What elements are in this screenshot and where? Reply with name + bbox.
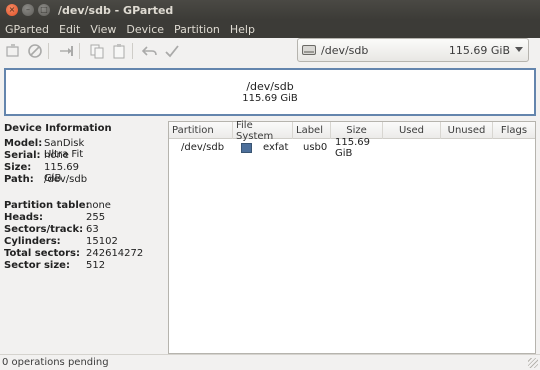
undo-icon[interactable] — [141, 42, 159, 60]
col-header-used[interactable]: Used — [383, 122, 441, 139]
menu-device[interactable]: Device — [121, 23, 169, 36]
status-bar: 0 operations pending — [0, 354, 540, 370]
menu-partition[interactable]: Partition — [169, 23, 225, 36]
info-key-cylinders: Cylinders: — [4, 236, 61, 247]
info-row-sectors-track: Sectors/track: 63 — [4, 224, 99, 235]
cell-size: 115.69 GiB — [335, 136, 370, 159]
cell-unused — [441, 139, 493, 156]
resize-move-icon[interactable] — [57, 42, 75, 60]
copy-icon[interactable] — [88, 42, 106, 60]
title-bar: × – □ /dev/sdb - GParted — [0, 0, 540, 20]
info-row-serial: Serial: none — [4, 150, 69, 161]
info-row-cylinders: Cylinders: 15102 — [4, 236, 118, 247]
paste-icon[interactable] — [110, 42, 128, 60]
close-window-button[interactable]: × — [6, 4, 18, 16]
col-header-unused[interactable]: Unused — [441, 122, 493, 139]
info-row-path: Path: /dev/sdb — [4, 174, 87, 185]
resize-grip-icon[interactable] — [528, 358, 538, 368]
partition-table: Partition File System Label Size Used Un… — [168, 120, 536, 354]
toolbar-separator — [48, 43, 49, 59]
info-val-sectors-track: 63 — [86, 224, 99, 235]
info-row-heads: Heads: 255 — [4, 212, 105, 223]
info-key-total-sectors: Total sectors: — [4, 248, 80, 259]
cell-file-system-text: exfat — [263, 142, 289, 153]
info-row-size: Size: 115.69 GiB — [4, 162, 79, 184]
info-row-total-sectors: Total sectors: 242614272 — [4, 248, 143, 259]
info-row-sector-size: Sector size: 512 — [4, 260, 105, 271]
minimize-window-button[interactable]: – — [22, 4, 34, 16]
cell-partition: /dev/sdb — [181, 142, 225, 153]
info-key-heads: Heads: — [4, 212, 44, 223]
info-key-model: Model: — [4, 138, 43, 149]
info-val-serial: none — [44, 150, 69, 161]
window-title: /dev/sdb - GParted — [58, 3, 174, 17]
device-selector[interactable]: /dev/sdb 115.69 GiB — [297, 38, 529, 62]
info-key-sectors-track: Sectors/track: — [4, 224, 84, 235]
info-row-model: Model: SanDisk Ultra Fit — [4, 138, 84, 160]
disk-partition-graphic[interactable]: /dev/sdb 115.69 GiB — [4, 68, 536, 116]
device-selector-size: 115.69 GiB — [448, 43, 510, 57]
col-header-file-system[interactable]: File System — [233, 120, 293, 142]
operations-pending-status: 0 operations pending — [2, 357, 109, 368]
info-key-size: Size: — [4, 162, 32, 173]
col-header-partition[interactable]: Partition — [169, 122, 233, 139]
info-val-cylinders: 15102 — [86, 236, 118, 247]
maximize-window-button[interactable]: □ — [38, 4, 50, 16]
cell-used — [383, 139, 441, 156]
cell-flags — [493, 139, 535, 156]
toolbar-separator — [132, 43, 133, 59]
cell-file-system: exfat — [233, 139, 293, 156]
toolbar-separator — [79, 43, 80, 59]
disk-graphic-size: 115.69 GiB — [242, 93, 298, 104]
apply-icon[interactable] — [163, 42, 181, 60]
menu-bar: GParted Edit View Device Partition Help — [0, 20, 540, 38]
col-header-label[interactable]: Label — [293, 122, 331, 139]
info-key-sector-size: Sector size: — [4, 260, 70, 271]
device-selector-path: /dev/sdb — [321, 43, 369, 57]
info-val-sector-size: 512 — [86, 260, 106, 271]
info-val-path: /dev/sdb — [44, 174, 88, 185]
new-partition-icon[interactable] — [4, 42, 22, 60]
disk-graphic-label: /dev/sdb — [246, 80, 294, 93]
info-val-total-sectors: 242614272 — [86, 248, 144, 259]
delete-icon[interactable] — [26, 42, 44, 60]
chevron-down-icon — [515, 47, 523, 52]
info-row-partition-table: Partition table: none — [4, 200, 111, 211]
menu-edit[interactable]: Edit — [54, 23, 85, 36]
device-information-pane: Device Information Model: SanDisk Ultra … — [0, 120, 167, 354]
disk-graphic-area: /dev/sdb 115.69 GiB — [0, 64, 540, 120]
info-key-serial: Serial: — [4, 150, 41, 161]
info-key-path: Path: — [4, 174, 34, 185]
drive-icon — [302, 45, 316, 55]
filesystem-color-swatch — [241, 142, 252, 153]
col-header-flags[interactable]: Flags — [493, 122, 535, 139]
menu-view[interactable]: View — [85, 23, 121, 36]
table-row[interactable]: /dev/sdb exfat usb0 115.69 GiB — [169, 136, 535, 159]
device-information-heading: Device Information — [4, 123, 112, 134]
info-val-heads: 255 — [86, 212, 106, 223]
menu-gparted[interactable]: GParted — [0, 23, 54, 36]
cell-label: usb0 — [303, 142, 328, 153]
info-val-partition-table: none — [86, 200, 111, 211]
info-key-partition-table: Partition table: — [4, 200, 90, 211]
menu-help[interactable]: Help — [225, 23, 260, 36]
